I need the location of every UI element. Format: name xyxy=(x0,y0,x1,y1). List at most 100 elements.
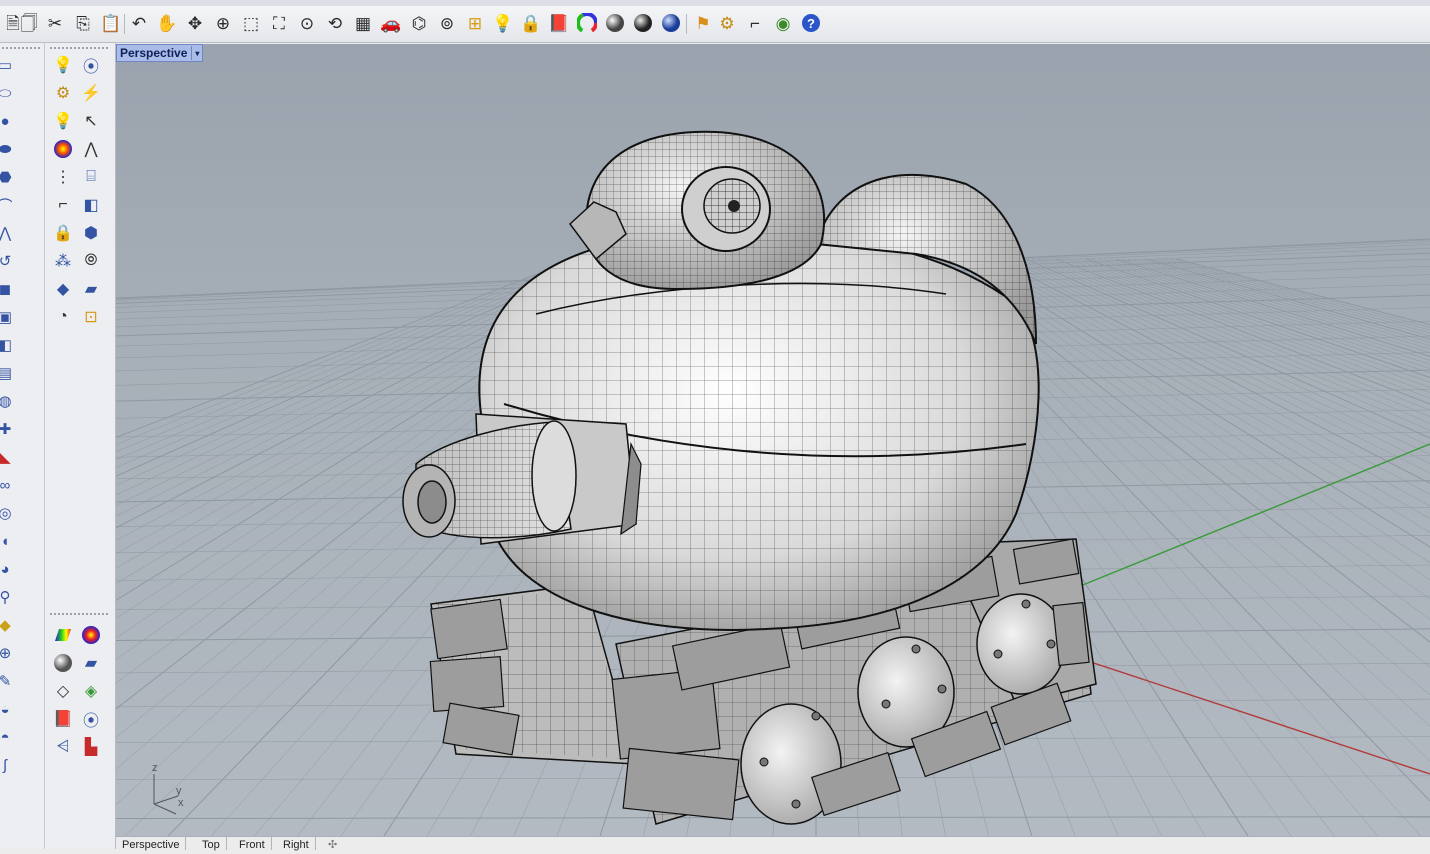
blue-sphere-icon[interactable] xyxy=(658,10,684,36)
ruler-icon[interactable]: ⩤ xyxy=(51,735,75,759)
pan-icon[interactable]: ✋ xyxy=(154,10,180,36)
palette-grip-2[interactable] xyxy=(50,613,110,615)
grey-sphere-icon[interactable] xyxy=(51,651,75,675)
cylinder-blue-icon[interactable]: ⌸ xyxy=(79,165,103,189)
lightning-icon[interactable]: ⚡ xyxy=(79,81,103,105)
toolbar-grip[interactable] xyxy=(2,47,40,49)
pointer-icon[interactable]: ↖ xyxy=(79,109,103,133)
svg-text:?: ? xyxy=(807,16,815,31)
paste-icon[interactable]: 📋 xyxy=(98,10,124,36)
point-osnap-icon[interactable]: ⊚ xyxy=(434,10,460,36)
box-icon[interactable]: ◼ xyxy=(0,277,16,301)
mesh-sphere-icon[interactable]: ◍ xyxy=(0,389,16,413)
network-icon[interactable]: ▤ xyxy=(0,361,16,385)
hook-icon[interactable]: ʃ xyxy=(0,753,16,777)
plane-icon[interactable]: ▭ xyxy=(0,53,16,77)
copy-icon[interactable]: ⎘ xyxy=(70,10,96,36)
light-bulb-icon[interactable]: 💡 xyxy=(51,53,75,77)
color-wheel-icon[interactable] xyxy=(51,137,75,161)
grid-line xyxy=(1091,258,1430,374)
points-color-icon[interactable]: ◈ xyxy=(79,679,103,703)
add-tab-icon[interactable]: ✣ xyxy=(322,837,343,851)
gear-icon[interactable]: ⚙ xyxy=(51,81,75,105)
gear-options-icon[interactable]: ⚙ xyxy=(714,10,740,36)
extrude-icon[interactable]: ⬣ xyxy=(0,165,16,189)
cut-icon[interactable]: ✂ xyxy=(42,10,68,36)
points-icon[interactable]: ◇ xyxy=(51,679,75,703)
rotate-view-icon[interactable]: ✥ xyxy=(182,10,208,36)
polyline-icon[interactable]: ⋀ xyxy=(79,137,103,161)
map-globe-icon[interactable]: ◒ xyxy=(0,697,16,721)
blend-icon[interactable]: ∞ xyxy=(0,473,16,497)
zoom-selected-icon[interactable]: ⊙ xyxy=(294,10,320,36)
ellipsoid-icon[interactable]: ⬬ xyxy=(0,137,16,161)
light-bulb-icon[interactable]: 💡 xyxy=(490,10,516,36)
loft-icon[interactable]: ⌒ xyxy=(0,193,16,217)
circles-icon[interactable]: ⦾ xyxy=(79,249,103,273)
color-wheel-icon[interactable] xyxy=(574,10,600,36)
zoom-dynamic-icon[interactable]: ⊕ xyxy=(210,10,236,36)
dimension-icon[interactable]: ⌐ xyxy=(51,193,75,217)
histogram-icon[interactable]: ▙ xyxy=(79,735,103,759)
cube-icon[interactable]: ◧ xyxy=(79,193,103,217)
tab-front[interactable]: Front xyxy=(233,837,272,851)
project-icon[interactable]: ◕ xyxy=(0,557,16,581)
tab-perspective[interactable]: Perspective xyxy=(116,837,187,851)
rail-icon[interactable]: ◖ xyxy=(0,529,16,553)
book-render-icon[interactable]: 📕 xyxy=(546,10,572,36)
gauge-icon[interactable]: ◔ xyxy=(51,305,75,329)
brush-icon[interactable]: ✎ xyxy=(0,669,16,693)
zoom-window-icon[interactable]: ⬚ xyxy=(238,10,264,36)
cylinder-icon[interactable]: ⬭ xyxy=(0,81,16,105)
cube-select-icon[interactable]: ⬢ xyxy=(79,221,103,245)
rendered-sphere-icon[interactable] xyxy=(630,10,656,36)
car-render-icon[interactable]: 🚗 xyxy=(378,10,404,36)
globe-grid-icon[interactable]: ⊕ xyxy=(0,641,16,665)
perspective-viewport[interactable]: z y x xyxy=(116,44,1430,836)
grid-line xyxy=(1169,258,1430,328)
red-book-icon[interactable]: 📕 xyxy=(51,707,75,731)
flag-filter-icon[interactable]: ⚑ xyxy=(690,10,716,36)
sweep-icon[interactable]: ⋀ xyxy=(0,221,16,245)
snap-icon[interactable]: ⊡ xyxy=(79,305,103,329)
viewport-dropdown-icon[interactable]: ▾ xyxy=(191,46,202,60)
lock-icon[interactable]: 🔒 xyxy=(518,10,544,36)
surface-icon[interactable]: ◧ xyxy=(0,333,16,357)
rainbow-surface-icon[interactable] xyxy=(51,623,75,647)
palette-grip[interactable] xyxy=(50,47,110,49)
sphere-icon[interactable]: ● xyxy=(0,109,16,133)
viewport-title-tab[interactable]: Perspective ▾ xyxy=(116,44,204,62)
help-icon[interactable]: ? xyxy=(798,10,824,36)
globe-plugin-icon[interactable]: ◉ xyxy=(770,10,796,36)
revolve-icon[interactable]: ↺ xyxy=(0,249,16,273)
stripes-icon[interactable]: ▰ xyxy=(79,651,103,675)
shaded-sphere-icon[interactable] xyxy=(602,10,628,36)
wireframe-icon[interactable]: ⌬ xyxy=(406,10,432,36)
save-icon[interactable]: 🗍 xyxy=(16,10,42,36)
bulb-yellow-icon[interactable]: 💡 xyxy=(51,109,75,133)
lock-icon[interactable]: 🔒 xyxy=(51,221,75,245)
spheres-icon[interactable]: ⦿ xyxy=(79,53,103,77)
dimension-tool-icon[interactable]: ⌐ xyxy=(742,10,768,36)
undo-icon[interactable]: ↶ xyxy=(126,10,152,36)
split-icon[interactable]: ◣ xyxy=(0,445,16,469)
gold-cube-icon[interactable]: ◆ xyxy=(0,613,16,637)
orbit-icon[interactable]: ◓ xyxy=(0,725,16,749)
four-viewports-icon[interactable]: ▦ xyxy=(350,10,376,36)
align-icon[interactable]: ⋮ xyxy=(51,165,75,189)
surface-blue-icon[interactable]: ▰ xyxy=(79,277,103,301)
torus-icon[interactable]: ◎ xyxy=(0,501,16,525)
tab-right[interactable]: Right xyxy=(277,837,316,851)
boolean-icon[interactable]: ✚ xyxy=(0,417,16,441)
rainbow-sphere-icon[interactable] xyxy=(79,623,103,647)
blue-cube-icon[interactable]: ◆ xyxy=(51,277,75,301)
patch-icon[interactable]: ▣ xyxy=(0,305,16,329)
dots-icon[interactable]: ⁂ xyxy=(51,249,75,273)
zoom-extents-icon[interactable]: ⛶ xyxy=(266,10,292,36)
undo-view-icon[interactable]: ⟲ xyxy=(322,10,348,36)
grid-snap-icon[interactable]: ⊞ xyxy=(462,10,488,36)
blue-spheres-icon[interactable]: ⦿ xyxy=(79,707,103,731)
tab-top[interactable]: Top xyxy=(196,837,227,851)
pipe-icon[interactable]: ⚲ xyxy=(0,585,16,609)
grid-line xyxy=(1085,258,1430,379)
